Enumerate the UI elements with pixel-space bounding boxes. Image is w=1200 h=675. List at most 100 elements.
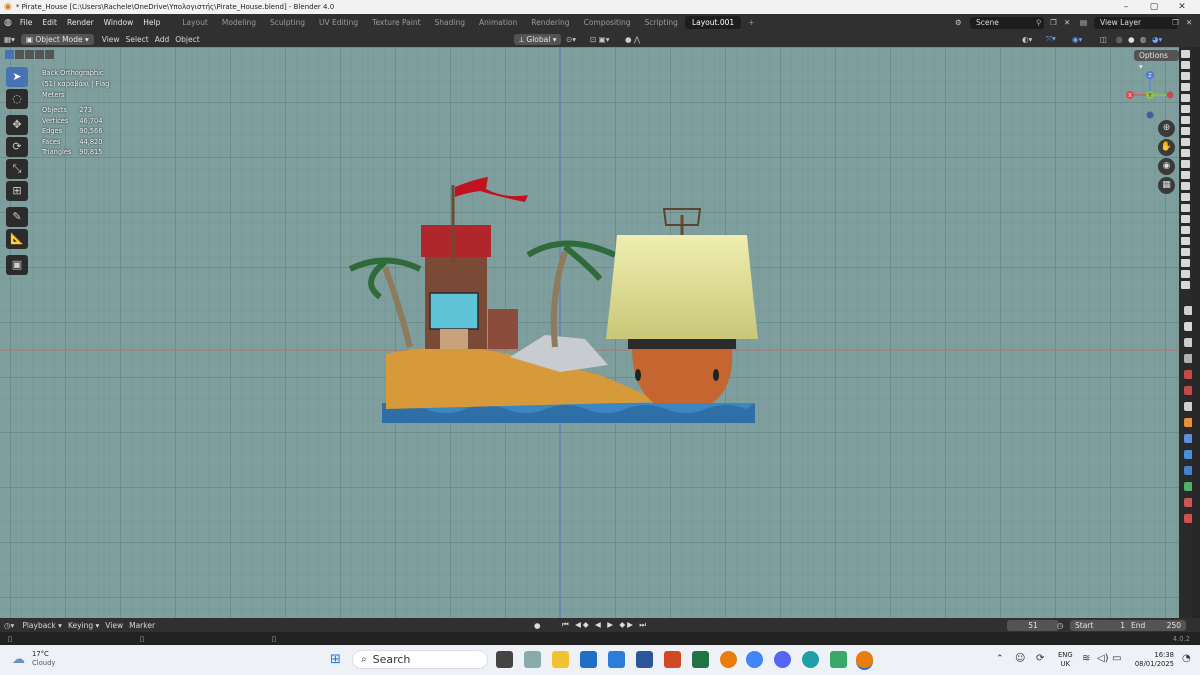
chrome-icon[interactable] — [746, 651, 763, 668]
options-dropdown[interactable]: Options ▾ — [1134, 50, 1179, 71]
battery-icon[interactable]: ▭ — [1112, 653, 1121, 664]
widgets-app-icon[interactable] — [524, 651, 541, 668]
menu-render[interactable]: Render — [62, 18, 99, 27]
camera-toggle-icon[interactable] — [1181, 138, 1190, 146]
scene-selector[interactable]: Scene — [970, 16, 1044, 29]
blender-active-icon[interactable] — [856, 651, 873, 670]
pivot-icon[interactable]: ⊙▾ — [566, 35, 576, 44]
edge-icon[interactable] — [802, 651, 819, 668]
transform-icon[interactable]: ⊞ — [6, 181, 28, 201]
notification-bell-icon[interactable]: ◔ — [1182, 653, 1191, 664]
windows-start-icon[interactable]: ⊞ — [330, 652, 341, 667]
new-scene-icon[interactable]: ❐ — [1050, 18, 1057, 27]
camera-toggle-icon[interactable] — [1181, 83, 1190, 91]
select-intersect-icon[interactable] — [45, 50, 54, 59]
select-set-icon[interactable] — [5, 50, 14, 59]
task-view-icon[interactable] — [496, 651, 513, 668]
rotate-icon[interactable]: ⟳ — [6, 137, 28, 157]
current-frame-field[interactable]: 51 — [1007, 619, 1059, 631]
clock[interactable]: 16:38 08/01/2025 — [1130, 651, 1174, 669]
3d-viewport[interactable]: Back Orthographic (51) καραβάκι | Flag M… — [0, 47, 1179, 618]
camera-toggle-icon[interactable] — [1181, 94, 1190, 102]
tab-layout[interactable]: Layout — [175, 16, 215, 29]
camera-toggle-icon[interactable] — [1181, 127, 1190, 135]
menu-window[interactable]: Window — [99, 18, 139, 27]
menu-marker[interactable]: Marker — [129, 621, 155, 630]
mode-dropdown[interactable]: ▣ Object Mode ▾ — [20, 33, 94, 45]
measure-icon[interactable]: 📐 — [6, 229, 28, 249]
camera-toggle-icon[interactable] — [1181, 149, 1190, 157]
add-cube-icon[interactable]: ▣ — [6, 255, 28, 275]
weather-widget[interactable]: 17°C Cloudy — [32, 650, 55, 668]
ortho-toggle-icon[interactable]: ▦ — [1158, 177, 1175, 194]
outlook-icon[interactable] — [580, 651, 597, 668]
menu-edit[interactable]: Edit — [37, 18, 62, 27]
gizmo-neg-x-icon[interactable] — [1166, 91, 1174, 99]
camera-toggle-icon[interactable] — [1181, 204, 1190, 212]
new-view-layer-icon[interactable]: ❐ — [1172, 18, 1179, 27]
menu-keying[interactable]: Keying ▾ — [68, 621, 99, 630]
delete-view-layer-icon[interactable]: ✕ — [1186, 18, 1192, 27]
camera-toggle-icon[interactable] — [1181, 171, 1190, 179]
powerpoint-icon[interactable] — [664, 651, 681, 668]
word-icon[interactable] — [636, 651, 653, 668]
tab-texture-paint[interactable]: Texture Paint — [365, 16, 427, 29]
record-icon[interactable]: ● — [534, 621, 541, 630]
select-subtract-icon[interactable] — [25, 50, 34, 59]
taskbar-search[interactable]: ⌕ Search — [352, 650, 488, 669]
menu-object[interactable]: Object — [175, 35, 199, 44]
camera-toggle-icon[interactable] — [1181, 248, 1190, 256]
camera-toggle-icon[interactable] — [1181, 160, 1190, 168]
start-frame-field[interactable]: Start 1 — [1070, 619, 1130, 631]
camera-toggle-icon[interactable] — [1181, 215, 1190, 223]
visibility-icon[interactable]: ◐▾ — [1022, 35, 1032, 44]
gizmo-neg-z-icon[interactable] — [1146, 111, 1154, 119]
camera-toggle-icon[interactable] — [1181, 259, 1190, 267]
chatgpt-icon[interactable] — [830, 651, 847, 668]
tab-shading[interactable]: Shading — [428, 16, 472, 29]
pin-icon[interactable]: ⚲ — [1036, 18, 1042, 27]
camera-toggle-icon[interactable] — [1181, 237, 1190, 245]
menu-view[interactable]: View — [102, 35, 120, 44]
camera-toggle-icon[interactable] — [1181, 281, 1190, 289]
delete-scene-icon[interactable]: ✕ — [1064, 18, 1070, 27]
camera-view-icon[interactable]: ◉ — [1158, 158, 1175, 175]
select-invert-icon[interactable] — [35, 50, 44, 59]
annotate-icon[interactable]: ✎ — [6, 207, 28, 227]
add-workspace-icon[interactable]: + — [741, 16, 761, 29]
gizmo-toggle-icon[interactable]: ⤧▾ — [1046, 34, 1056, 44]
menu-add[interactable]: Add — [155, 35, 170, 44]
menu-playback[interactable]: Playback ▾ — [22, 621, 62, 630]
clock-icon[interactable]: ◷ — [1057, 621, 1064, 630]
timeline-editor-icon[interactable]: ◷▾ — [4, 621, 14, 630]
transform-orientation-dropdown[interactable]: ⟂ Global ▾ — [514, 33, 562, 45]
camera-toggle-icon[interactable] — [1181, 72, 1190, 80]
cloud-icon[interactable]: ☁ — [12, 652, 25, 667]
blender-app-icon[interactable] — [720, 651, 737, 668]
tab-compositing[interactable]: Compositing — [577, 16, 638, 29]
minimize-icon[interactable]: – — [1112, 0, 1140, 14]
file-explorer-icon[interactable] — [552, 651, 569, 668]
pan-hand-icon[interactable]: ✋ — [1158, 139, 1175, 156]
menu-timeline-view[interactable]: View — [105, 621, 123, 630]
tray-sync-icon[interactable]: ⟳ — [1036, 653, 1044, 664]
shading-material-icon[interactable]: ◍ — [1140, 35, 1147, 44]
shading-wireframe-icon[interactable]: ◎ — [1116, 35, 1123, 44]
cursor-icon[interactable]: ◌ — [6, 89, 28, 109]
editor-type-icon[interactable]: ▦▾ — [4, 35, 15, 44]
move-icon[interactable]: ✥ — [6, 115, 28, 135]
camera-toggle-icon[interactable] — [1181, 182, 1190, 190]
language-indicator[interactable]: ENG UK — [1058, 651, 1073, 669]
tray-app-icon[interactable]: ☺ — [1015, 653, 1025, 664]
store-icon[interactable] — [608, 651, 625, 668]
wifi-icon[interactable]: ≋ — [1082, 653, 1090, 664]
camera-toggle-icon[interactable] — [1181, 226, 1190, 234]
tab-scripting[interactable]: Scripting — [638, 16, 685, 29]
xray-icon[interactable]: ◫ — [1100, 35, 1107, 44]
view-layer-selector[interactable]: View Layer — [1094, 16, 1178, 29]
discord-icon[interactable] — [774, 651, 791, 668]
camera-toggle-icon[interactable] — [1181, 116, 1190, 124]
menu-help[interactable]: Help — [138, 18, 165, 27]
tab-modeling[interactable]: Modeling — [215, 16, 263, 29]
tab-layout-001[interactable]: Layout.001 — [684, 16, 742, 29]
